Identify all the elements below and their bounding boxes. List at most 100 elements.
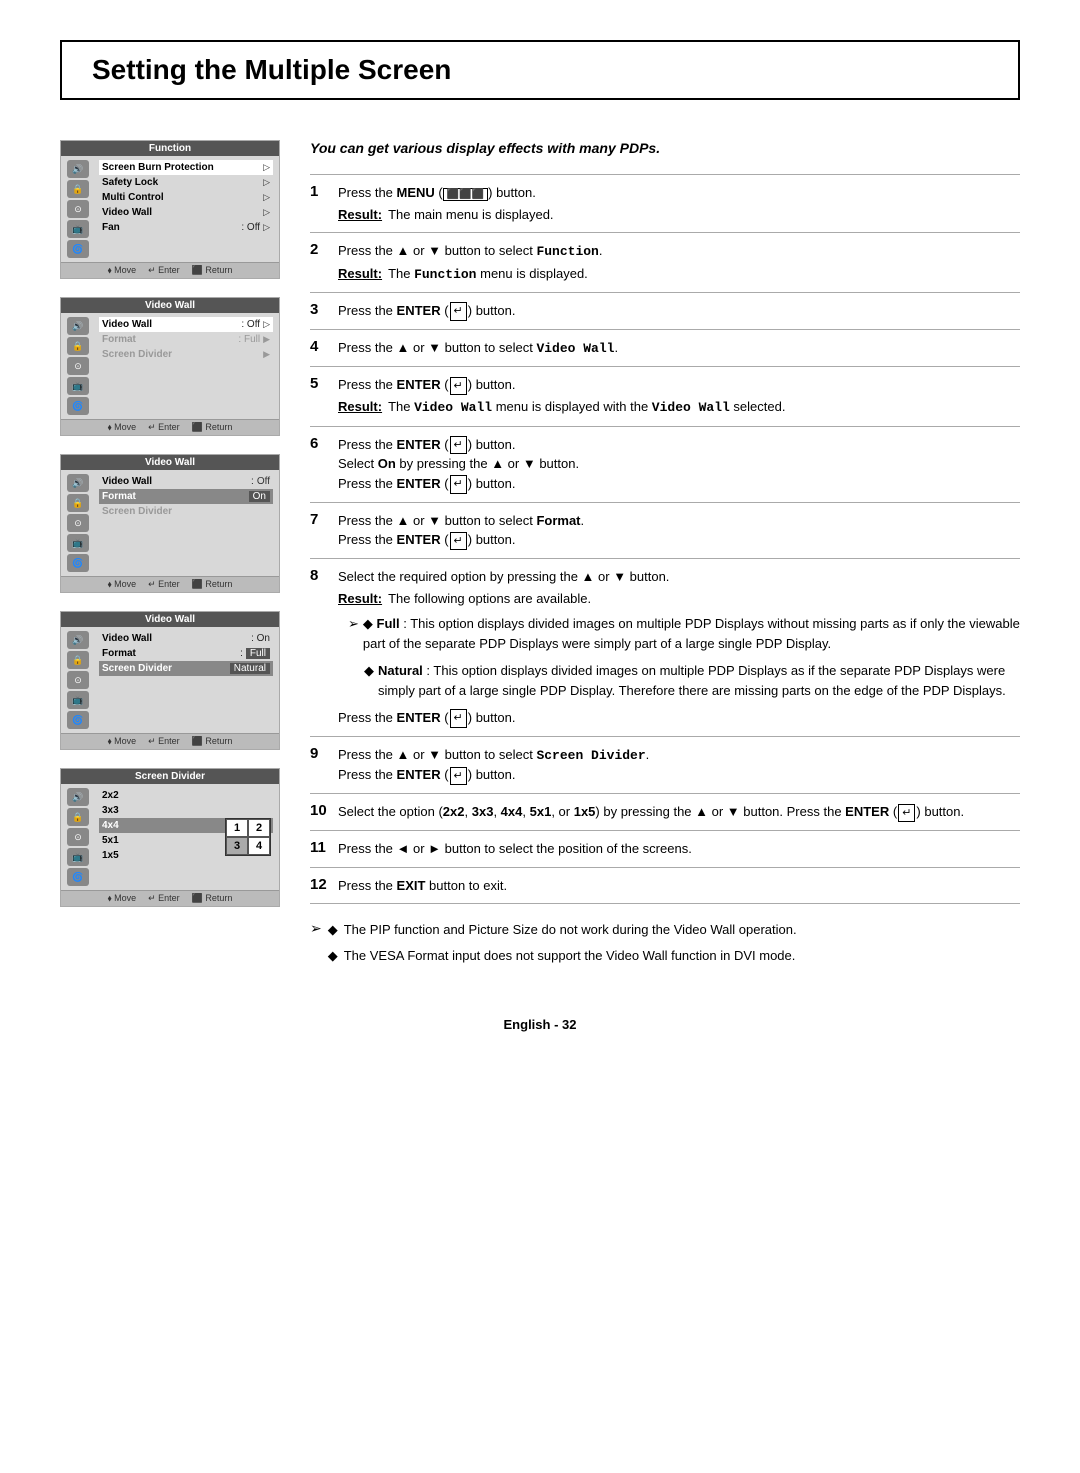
menu-screenshot-3: Video Wall 🔊 🔒 ⊙ 📺 🌀 Video Wall :: [60, 454, 280, 593]
bullet-icon-1: ◆: [328, 920, 338, 940]
menu-screenshot-5: Screen Divider 🔊 🔒 ⊙ 📺 🌀 2x2: [60, 768, 280, 907]
step-row-12: 12 Press the EXIT button to exit.: [310, 867, 1020, 904]
grid-cell-2: 2: [248, 819, 270, 837]
menu-icon-vw5: 🌀: [67, 397, 89, 415]
menu-footer-1: ⬧ Move ↵ Enter ⬛ Return: [61, 262, 279, 278]
step8-bullet2: ◆ Natural : This option displays divided…: [364, 661, 1020, 700]
left-column: Function 🔊 🔒 ⊙ 📺 🌀 Screen Burn Protectio…: [60, 140, 280, 977]
menu-footer-5: ⬧ Move ↵ Enter ⬛ Return: [61, 890, 279, 906]
menu-icon-safety: 🔒: [67, 180, 89, 198]
result-line-1: Result: The main menu is displayed.: [338, 205, 1020, 225]
menu-row-4: Video Wall ▷: [99, 205, 273, 220]
menu-icon-vw43: ⊙: [67, 671, 89, 689]
step-num-1: 1: [310, 175, 338, 233]
page-title-box: Setting the Multiple Screen: [60, 40, 1020, 100]
page-footer: English - 32: [60, 1017, 1020, 1032]
menu-body-2: 🔊 🔒 ⊙ 📺 🌀 Video Wall : Off ▷ F: [61, 313, 279, 419]
menu-row-vw31: Video Wall : Off: [99, 474, 273, 489]
menu-icon-vw35: 🌀: [67, 554, 89, 572]
menu-title-3: Video Wall: [61, 455, 279, 470]
menu-icon-sd3: ⊙: [67, 828, 89, 846]
enter-icon-9: ↵: [450, 767, 467, 786]
step-row-9: 9 Press the ▲ or ▼ button to select Scre…: [310, 736, 1020, 793]
menu-icon-vw31: 🔊: [67, 474, 89, 492]
menu-row-vw1: Video Wall : Off ▷: [99, 317, 273, 332]
menu-icon-sd5: 🌀: [67, 868, 89, 886]
menu-row-2: Safety Lock ▷: [99, 175, 273, 190]
grid-cell-3: 3: [226, 837, 248, 855]
note-row-1: ◆ The PIP function and Picture Size do n…: [328, 920, 797, 940]
menu-title-1: Function: [61, 141, 279, 156]
page-title: Setting the Multiple Screen: [92, 54, 988, 86]
menu-icon-vw45: 🌀: [67, 711, 89, 729]
menu-footer-2: ⬧ Move ↵ Enter ⬛ Return: [61, 419, 279, 435]
step-num-8: 8: [310, 559, 338, 737]
step8-arrow: ➢ ◆ Full : This option displays divided …: [348, 614, 1020, 653]
notes-section: ➢ ◆ The PIP function and Picture Size do…: [310, 920, 1020, 971]
enter-icon-8: ↵: [450, 709, 467, 728]
menu-icon-symbol: ⬛⬛⬛: [443, 188, 488, 201]
bullet-icon-2: ◆: [328, 946, 338, 966]
menu-icon-vw33: ⊙: [67, 514, 89, 532]
menu-icon-vw2: 🔒: [67, 337, 89, 355]
menu-body-3: 🔊 🔒 ⊙ 📺 🌀 Video Wall : Off For: [61, 470, 279, 576]
enter-icon-6b: ↵: [450, 475, 467, 494]
step-num-4: 4: [310, 329, 338, 367]
menu-icon-vw3: ⊙: [67, 357, 89, 375]
menu-icon-sd1: 🔊: [67, 788, 89, 806]
menu-footer-3: ⬧ Move ↵ Enter ⬛ Return: [61, 576, 279, 592]
menu-row-vw3: Screen Divider ▶: [99, 347, 273, 362]
right-column: You can get various display effects with…: [310, 140, 1020, 977]
step-num-5: 5: [310, 367, 338, 426]
step-row-1: 1 Press the MENU (⬛⬛⬛) button. Result: T…: [310, 175, 1020, 233]
menu-icon-vw44: 📺: [67, 691, 89, 709]
menu-title-2: Video Wall: [61, 298, 279, 313]
menu-icon-vw41: 🔊: [67, 631, 89, 649]
menu-row-vw2: Format : Full ▶: [99, 332, 273, 347]
menu-row-vw42: Format : Full: [99, 646, 273, 661]
menu-screenshot-2: Video Wall 🔊 🔒 ⊙ 📺 🌀 Video Wall : Off: [60, 297, 280, 436]
menu-row-5: Fan : Off ▷: [99, 220, 273, 235]
menu-icon-sd2: 🔒: [67, 808, 89, 826]
result-line-5: Result: The Video Wall menu is displayed…: [338, 397, 1020, 418]
step-content-3: Press the ENTER (↵) button.: [338, 293, 1020, 330]
menu-icon-video: 📺: [67, 220, 89, 238]
menu-row-3: Multi Control ▷: [99, 190, 273, 205]
menu-title-5: Screen Divider: [61, 769, 279, 784]
menu-screenshot-1: Function 🔊 🔒 ⊙ 📺 🌀 Screen Burn Protectio…: [60, 140, 280, 279]
menu-icon-vw34: 📺: [67, 534, 89, 552]
arrow-icon-8: ➢: [348, 614, 359, 653]
arrow-icon-notes: ➢: [310, 920, 322, 937]
menu-row-1: Screen Burn Protection ▷: [99, 160, 273, 175]
step-content-11: Press the ◄ or ► button to select the po…: [338, 831, 1020, 868]
menu-body-4: 🔊 🔒 ⊙ 📺 🌀 Video Wall : On Format: [61, 627, 279, 733]
step-num-6: 6: [310, 426, 338, 502]
menu-row-sd1: 2x2: [99, 788, 273, 803]
menu-row-vw33: Screen Divider: [99, 504, 273, 519]
menu-icon-vw1: 🔊: [67, 317, 89, 335]
subtitle: You can get various display effects with…: [310, 140, 1020, 156]
menu-row-vw43: Screen Divider Natural: [99, 661, 273, 676]
step-num-2: 2: [310, 233, 338, 293]
menu-row-vw41: Video Wall : On: [99, 631, 273, 646]
menu-icon-vw4: 📺: [67, 377, 89, 395]
enter-icon-10: ↵: [898, 804, 915, 823]
menu-icon-speaker: 🔊: [67, 160, 89, 178]
step-num-12: 12: [310, 867, 338, 904]
step-row-7: 7 Press the ▲ or ▼ button to select Form…: [310, 502, 1020, 558]
grid-cell-1: 1: [226, 819, 248, 837]
step-num-7: 7: [310, 502, 338, 558]
note-row-2: ◆ The VESA Format input does not support…: [328, 946, 797, 966]
note-group: ➢ ◆ The PIP function and Picture Size do…: [310, 920, 1020, 971]
enter-icon-3: ↵: [450, 302, 467, 321]
step-num-10: 10: [310, 794, 338, 831]
step-content-5: Press the ENTER (↵) button. Result: The …: [338, 367, 1020, 426]
step-content-2: Press the ▲ or ▼ button to select Functi…: [338, 233, 1020, 293]
step-content-8: Select the required option by pressing t…: [338, 559, 1020, 737]
step-row-11: 11 Press the ◄ or ► button to select the…: [310, 831, 1020, 868]
menu-footer-4: ⬧ Move ↵ Enter ⬛ Return: [61, 733, 279, 749]
step-content-4: Press the ▲ or ▼ button to select Video …: [338, 329, 1020, 367]
menu-screenshot-4: Video Wall 🔊 🔒 ⊙ 📺 🌀 Video Wall : On: [60, 611, 280, 750]
enter-icon-6a: ↵: [450, 436, 467, 455]
menu-icon-fan: 🌀: [67, 240, 89, 258]
